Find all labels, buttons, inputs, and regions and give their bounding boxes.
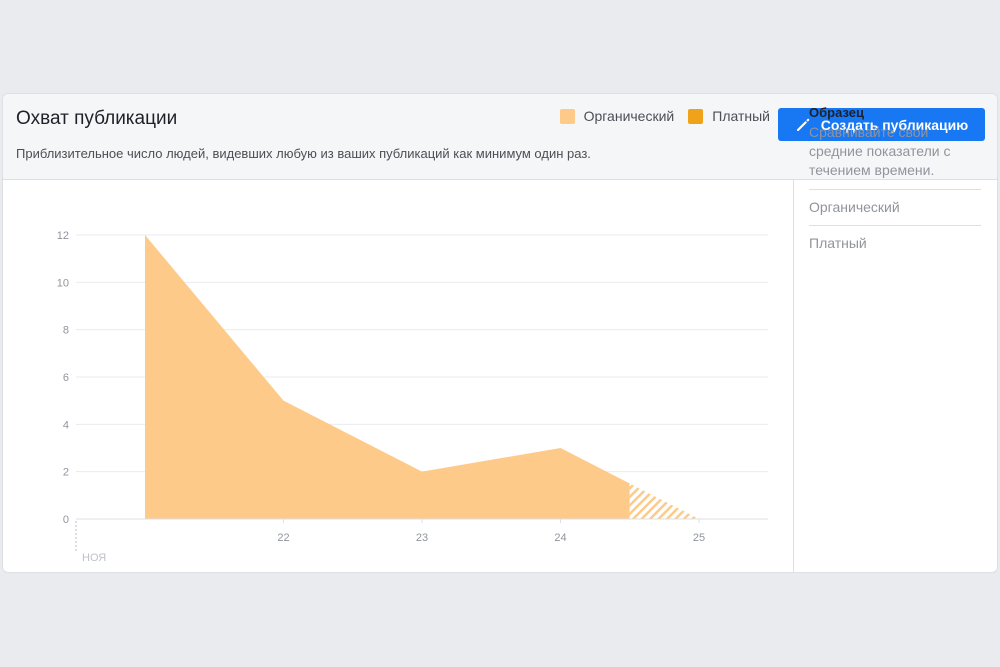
panel-divider — [793, 180, 794, 572]
sample-description: Сравнивайте свои средние показатели с те… — [809, 124, 951, 178]
x-tick-label: 23 — [416, 532, 428, 544]
x-tick-label: 22 — [277, 532, 289, 544]
legend-swatch-paid — [688, 108, 704, 124]
legend-item-organic[interactable]: Органический — [559, 108, 675, 124]
x-tick-label: 25 — [693, 532, 705, 544]
y-tick-label: 0 — [63, 514, 69, 526]
legend-label-organic: Органический — [583, 108, 675, 124]
organic-projected-area — [629, 483, 699, 519]
y-tick-label: 6 — [63, 372, 69, 384]
chart-legend: Органический Платный — [546, 108, 770, 124]
legend-item-paid[interactable]: Платный — [688, 108, 770, 124]
sample-divider — [809, 189, 981, 190]
legend-swatch-organic — [559, 108, 575, 124]
y-tick-label: 2 — [63, 467, 69, 479]
sample-item-organic[interactable]: Органический — [809, 198, 981, 216]
y-tick-label: 4 — [63, 419, 69, 431]
x-tick-label: 24 — [554, 532, 566, 544]
y-tick-label: 10 — [57, 277, 69, 289]
legend-label-paid: Платный — [712, 108, 770, 124]
sample-title: Образец — [809, 105, 864, 120]
page-title: Охват публикации — [16, 108, 178, 129]
y-tick-label: 12 — [57, 230, 69, 242]
x-axis-month-label: НОЯ — [82, 552, 106, 564]
reach-chart: 02468101222 23 24 25НОЯ — [57, 230, 768, 564]
y-tick-label: 8 — [63, 325, 69, 337]
sample-panel: Образец Сравнивайте свои средние показат… — [809, 105, 981, 252]
sample-item-paid[interactable]: Платный — [809, 234, 981, 252]
page-subtitle: Приблизительное число людей, видевших лю… — [16, 146, 591, 161]
sample-divider — [809, 225, 981, 226]
